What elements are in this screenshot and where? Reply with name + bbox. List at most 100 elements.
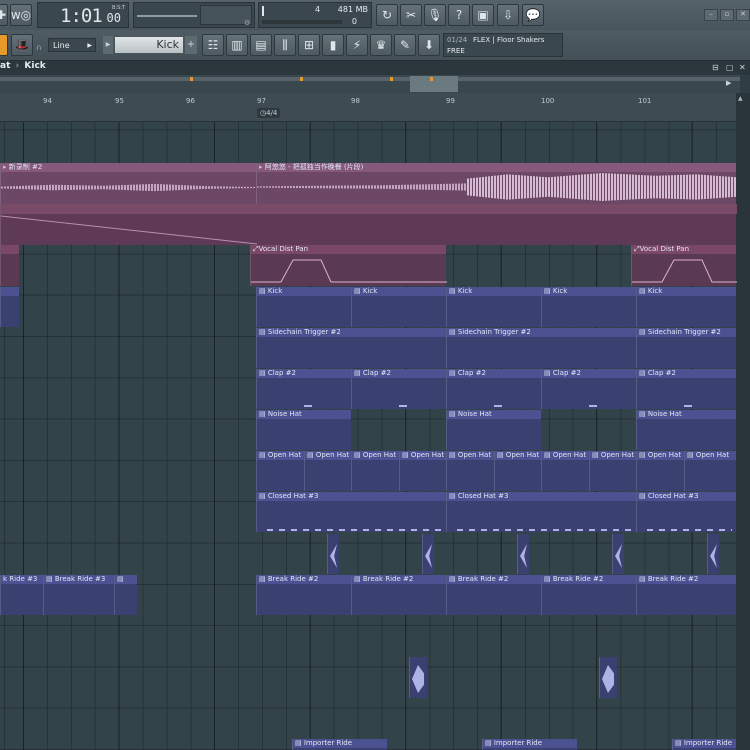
undo-icon[interactable]: ↻ — [376, 4, 398, 26]
file-icon[interactable]: ▮ — [322, 34, 344, 56]
pattern-clip-break-ride[interactable]: ▤ — [114, 575, 137, 615]
plug-icon[interactable]: ⚡ — [346, 34, 368, 56]
maximize-window-icon[interactable]: ▢ — [726, 63, 734, 72]
mic-icon[interactable]: 🎙 — [424, 4, 446, 26]
pattern-clip-break-ride[interactable]: ▤ Break Ride #3 — [43, 575, 114, 615]
mixer-icon[interactable]: ⫼ — [274, 34, 296, 56]
pattern-selector[interactable]: Kick — [114, 36, 184, 54]
pattern-clip-open-hat[interactable]: ▤ Open Hat — [256, 451, 304, 491]
audio-clip[interactable]: ▸ 阿悠悠 - 把孤独当作晚餐 (片段) — [256, 163, 737, 204]
scroll-right-icon[interactable]: ▶ — [726, 79, 731, 87]
pattern-clip-break-ride[interactable]: ▤ Break Ride #2 — [636, 575, 736, 615]
pattern-prev-icon[interactable]: ▶ — [103, 36, 113, 54]
help-icon[interactable]: ? — [448, 4, 470, 26]
audio-hit-clip[interactable] — [707, 534, 719, 574]
audio-hit-clip[interactable] — [612, 534, 624, 574]
minimize-icon[interactable]: – — [704, 9, 718, 21]
audio-hit-clip[interactable] — [409, 657, 427, 698]
brush-icon[interactable]: ✎ — [394, 34, 416, 56]
pattern-clip-importer-ride[interactable]: ▤ Importer Ride — [292, 739, 387, 750]
menu-arrow-icon[interactable]: ✚ — [0, 4, 8, 26]
pattern-clip-importer-ride[interactable]: ▤ Importer Ride — [672, 739, 736, 750]
download-icon[interactable]: ⬇ — [418, 34, 440, 56]
pattern-clip-open-hat[interactable]: ▤ Open Hat — [304, 451, 351, 491]
pattern-clip-break-ride[interactable]: ▤ Break Ride #2 — [351, 575, 446, 615]
browser-icon[interactable]: ⊞ — [298, 34, 320, 56]
pattern-clip-clap[interactable]: ▤ Clap #2 — [351, 369, 446, 409]
pattern-clip-kick[interactable]: ▤ Kick — [446, 287, 541, 327]
pattern-clip-break-ride[interactable]: ▤ Break Ride #2 — [446, 575, 541, 615]
pattern-icon: ▤ — [639, 575, 648, 583]
pattern-clip-kick[interactable]: ▤ Kick — [351, 287, 446, 327]
pattern-clip-noise-hat[interactable]: ▤ Noise Hat — [256, 410, 351, 450]
playlist-grid[interactable]: ▸ 新录制 #2 ▸ 阿悠悠 - 把孤独当作晚餐 (片段) ⤢Vocal Dis… — [0, 122, 737, 750]
pattern-clip-open-hat[interactable]: ▤ Open Hat — [541, 451, 589, 491]
pattern-clip-closed-hat[interactable]: ▤ Closed Hat #3 — [256, 492, 446, 532]
pattern-clip-open-hat[interactable]: ▤ Open Hat — [589, 451, 636, 491]
add-pattern-button[interactable]: + — [185, 36, 197, 54]
pattern-clip-break-ride[interactable]: ▤ Break Ride #2 — [541, 575, 636, 615]
song-overview[interactable]: ▶ — [0, 75, 740, 93]
pattern-clip[interactable] — [0, 287, 19, 327]
pattern-clip-closed-hat[interactable]: ▤ Closed Hat #3 — [446, 492, 636, 532]
automation-clip-vocal-pan[interactable]: ⤢Vocal Dist Pan — [250, 245, 447, 286]
audio-clip[interactable]: ▸ 新录制 #2 — [0, 163, 257, 204]
audio-hit-clip[interactable] — [599, 657, 617, 698]
pattern-clip-open-hat[interactable]: ▤ Open Hat — [399, 451, 446, 491]
chat-icon[interactable]: 💬 — [522, 4, 544, 26]
timeline-ruler[interactable]: 94 95 96 97 98 99 100 101 ◷4/4 — [0, 93, 740, 122]
pattern-clip-open-hat[interactable]: ▤ Open Hat — [446, 451, 494, 491]
automation-clip[interactable] — [0, 204, 737, 245]
pattern-clip-closed-hat[interactable]: ▤ Closed Hat #3 — [636, 492, 736, 532]
pattern-clip-sidechain[interactable]: ▤ Sidechain Trigger #2 — [256, 328, 446, 368]
pattern-clip-noise-hat[interactable]: ▤ Noise Hat — [636, 410, 736, 450]
pattern-clip-open-hat[interactable]: ▤ Open Hat — [636, 451, 684, 491]
pattern-clip-sidechain[interactable]: ▤ Sidechain Trigger #2 — [446, 328, 636, 368]
maximize-icon[interactable]: ▫ — [720, 9, 734, 21]
gear-icon[interactable]: ⚙ — [244, 19, 250, 27]
pattern-clip-open-hat[interactable]: ▤ Open Hat — [684, 451, 736, 491]
hat-icon[interactable]: 🎩 — [11, 34, 33, 56]
piano-roll-icon[interactable]: ▥ — [226, 34, 248, 56]
magnet-icon[interactable] — [0, 34, 8, 56]
pattern-clip-clap[interactable]: ▤ Clap #2 — [636, 369, 736, 409]
time-signature-marker[interactable]: ◷4/4 — [257, 108, 281, 118]
breadcrumb-part2[interactable]: Kick — [24, 61, 45, 71]
audio-hit-clip[interactable] — [327, 534, 339, 574]
overview-scroll-handle[interactable] — [410, 76, 458, 92]
pattern-clip-sidechain[interactable]: ▤ Sidechain Trigger #2 — [636, 328, 736, 368]
stamp-icon[interactable]: ♛ — [370, 34, 392, 56]
automation-clip[interactable] — [0, 245, 19, 286]
pattern-clip-break-ride[interactable]: ▤ Break Ride #2 — [256, 575, 351, 615]
pattern-clip-importer-ride[interactable]: ▤ Importer Ride — [482, 739, 577, 750]
detach-icon[interactable]: ⊟ — [712, 63, 719, 72]
cut-icon[interactable]: ✂ — [400, 4, 422, 26]
channel-rack-icon[interactable]: ▤ — [250, 34, 272, 56]
vertical-scrollbar[interactable]: ▲ — [736, 93, 750, 750]
pattern-clip-open-hat[interactable]: ▤ Open Hat — [494, 451, 541, 491]
audio-hit-clip[interactable] — [422, 534, 434, 574]
playlist-icon[interactable]: ☷ — [202, 34, 224, 56]
automation-clip-vocal-pan[interactable]: ⤢Vocal Dist Pan — [631, 245, 737, 286]
pattern-clip-break-ride[interactable]: k Ride #3 — [0, 575, 43, 615]
close-window-icon[interactable]: ✕ — [739, 63, 746, 72]
pattern-clip-kick[interactable]: ▤ Kick — [541, 287, 636, 327]
pitch-slider[interactable] — [137, 15, 197, 17]
pattern-clip-kick[interactable]: ▤ Kick — [636, 287, 736, 327]
audio-hit-clip[interactable] — [517, 534, 529, 574]
pattern-clip-clap[interactable]: ▤ Clap #2 — [541, 369, 636, 409]
close-icon[interactable]: ✕ — [736, 9, 750, 21]
save-icon[interactable]: ▣ — [472, 4, 494, 26]
pattern-clip-kick[interactable]: ▤ Kick — [256, 287, 351, 327]
render-icon[interactable]: ⇩ — [497, 4, 519, 26]
snap-select[interactable]: Line ▶ — [48, 38, 96, 52]
pattern-clip-open-hat[interactable]: ▤ Open Hat — [351, 451, 399, 491]
song-time-display[interactable]: 1:01 00 B:S:T — [37, 2, 129, 28]
scroll-up-icon[interactable]: ▲ — [738, 95, 743, 102]
news-panel[interactable]: 01/24 FLEX | Floor Shakers FREE — [443, 33, 563, 57]
pattern-clip-noise-hat[interactable]: ▤ Noise Hat — [446, 410, 541, 450]
pattern-clip-clap[interactable]: ▤ Clap #2 — [446, 369, 541, 409]
master-volume-pitch[interactable]: ⚙ — [133, 2, 255, 28]
wave-icon[interactable]: w◎ — [10, 4, 32, 26]
pattern-clip-clap[interactable]: ▤ Clap #2 — [256, 369, 351, 409]
